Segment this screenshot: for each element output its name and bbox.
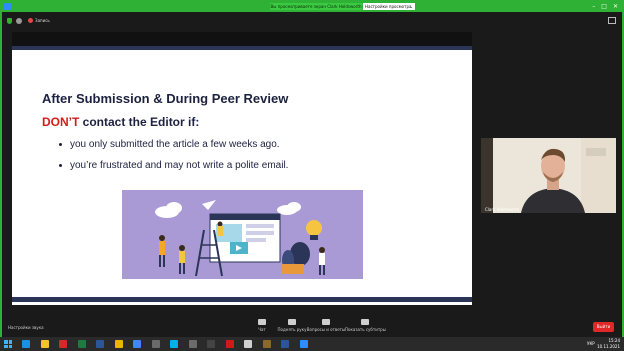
app-icon[interactable] [151,340,160,348]
audio-settings-button[interactable]: Настройки звука [8,325,44,330]
qa-label: Вопросы и ответы [306,327,346,332]
bullet-dot [59,163,62,167]
view-options-button[interactable]: Настройки просмотра ⌄ [363,3,415,10]
screen-share-banner: Вы просматриваете экран Clark Holdsworth [270,3,362,10]
app-icon[interactable] [244,340,252,348]
subtitle-rest: contact the Editor if: [79,115,200,129]
slide-title: After Submission & During Peer Review [42,91,289,106]
maximize-button[interactable]: □ [601,2,607,12]
title-bar: Вы просматриваете экран Clark Holdsworth… [2,2,622,12]
captions-button[interactable]: Показать субтитры [345,319,386,333]
chat-icon [258,319,266,325]
media-icon[interactable] [207,340,215,348]
utility-icon[interactable] [262,340,271,348]
slide-bottom-stripe [12,297,472,302]
meeting-top-bar: Запись [2,12,622,30]
bullet-item: you only submitted the article a few wee… [59,139,280,150]
view-options-label: Настройки просмотра [365,4,412,9]
chrome-icon[interactable] [133,340,141,348]
dont-highlight: DON’T [42,115,80,129]
chevron-down-icon: ⌄ [409,4,413,9]
info-icon[interactable] [16,18,22,24]
skype-icon[interactable] [170,340,178,348]
participant-video-frame [481,138,616,213]
bullet-item: you’re frustrated and may not write a po… [59,160,288,171]
word-doc-icon[interactable] [96,340,104,348]
participant-video[interactable] [481,138,616,213]
notes-icon[interactable] [114,340,123,348]
captions-label: Показать субтитры [345,327,386,332]
cc-icon [361,319,369,325]
zoom-icon[interactable] [299,340,308,348]
windows-start-icon[interactable] [4,340,12,348]
illustration-art [122,190,363,279]
view-layout-icon[interactable] [608,17,616,24]
windows-taskbar: УКР 15:24 10.11.2021 [0,337,624,351]
word-icon[interactable] [281,340,289,348]
clock-date: 10.11.2021 [597,344,620,349]
shared-slide: After Submission & During Peer Review DO… [12,32,472,305]
close-button[interactable]: ✕ [613,2,618,12]
qa-icon [322,319,330,325]
slide-subtitle: DON’T contact the Editor if: [42,115,199,129]
minimize-button[interactable]: – [592,2,595,12]
bullet-dot [59,142,62,146]
participant-name-label: Clark Holdsworth [485,207,520,212]
folder-icon[interactable] [40,340,49,348]
bullet-text: you’re frustrated and may not write a po… [70,160,289,171]
leave-button[interactable]: Выйти [593,322,614,332]
winamp-icon[interactable] [188,340,197,348]
recording-label: Запись [35,18,50,23]
zoom-window: Вы просматриваете экран Clark Holdsworth… [0,0,624,351]
opera-icon[interactable] [225,340,234,348]
chat-label: Чат [258,327,266,332]
raise-hand-label: Поднять руку [277,327,307,332]
pdf-icon[interactable] [59,340,67,348]
qa-button[interactable]: Вопросы и ответы [306,319,346,333]
zoom-app-icon [4,3,11,10]
recording-icon [28,18,33,23]
system-clock[interactable]: 15:24 10.11.2021 [597,338,620,350]
language-indicator[interactable]: УКР [587,341,595,346]
bullet-text: you only submitted the article a few wee… [70,139,280,150]
security-shield-icon[interactable] [7,18,12,24]
slide-illustration [122,190,363,279]
hand-icon [288,319,296,325]
slide-top-stripe [12,46,472,50]
excel-icon[interactable] [77,340,86,348]
edge-icon[interactable] [22,340,30,348]
meeting-toolbar: Настройки звука Чат Поднять руку Вопросы… [2,317,622,338]
slide-top-band [12,32,472,46]
window-controls: – □ ✕ [592,2,618,12]
